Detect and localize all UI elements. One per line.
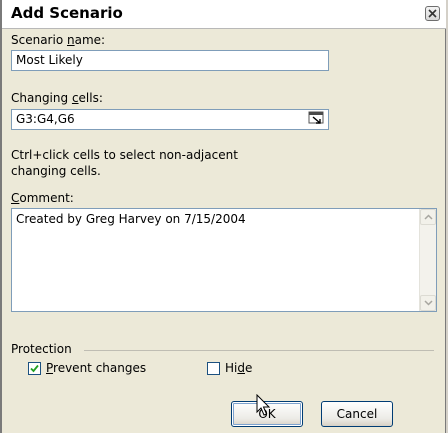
- hint-line-2: changing cells.: [11, 164, 101, 178]
- scenario-name-label: Scenario name:: [11, 33, 106, 47]
- checkmark-icon: [30, 364, 39, 373]
- hint-line-1: Ctrl+click cells to select non-adjacent: [11, 148, 238, 162]
- prevent-changes-checkbox[interactable]: [28, 362, 41, 375]
- close-icon: [428, 9, 437, 18]
- scroll-down-button[interactable]: [420, 295, 436, 311]
- scenario-name-value: Most Likely: [16, 53, 83, 67]
- add-scenario-dialog: Add Scenario Scenario name: Most Likely …: [0, 0, 446, 433]
- title-bar[interactable]: Add Scenario: [2, 0, 446, 29]
- scenario-name-input[interactable]: Most Likely: [11, 50, 329, 71]
- close-button[interactable]: [425, 6, 440, 21]
- hide-label[interactable]: Hide: [225, 361, 252, 375]
- comment-textarea[interactable]: Created by Greg Harvey on 7/15/2004: [11, 208, 437, 312]
- scroll-up-button[interactable]: [420, 209, 436, 225]
- comment-value: Created by Greg Harvey on 7/15/2004: [16, 212, 246, 226]
- changing-cells-label: Changing cells:: [11, 91, 103, 105]
- changing-cells-value: G3:G4,G6: [16, 112, 75, 126]
- hide-checkbox[interactable]: [207, 362, 220, 375]
- changing-cells-input[interactable]: G3:G4,G6: [11, 109, 329, 130]
- prevent-changes-label[interactable]: Prevent changes: [46, 361, 146, 375]
- comment-label: Comment:: [11, 191, 74, 205]
- protection-heading: Protection: [11, 342, 72, 356]
- cancel-button[interactable]: Cancel: [321, 401, 393, 427]
- dialog-title: Add Scenario: [11, 4, 123, 22]
- chevron-down-icon: [424, 300, 433, 306]
- chevron-up-icon: [424, 214, 433, 220]
- protection-divider: [84, 350, 434, 351]
- collapse-dialog-icon: [308, 111, 324, 124]
- comment-scrollbar[interactable]: [419, 209, 436, 311]
- collapse-dialog-button[interactable]: [308, 111, 326, 127]
- mouse-pointer-icon: [256, 394, 271, 416]
